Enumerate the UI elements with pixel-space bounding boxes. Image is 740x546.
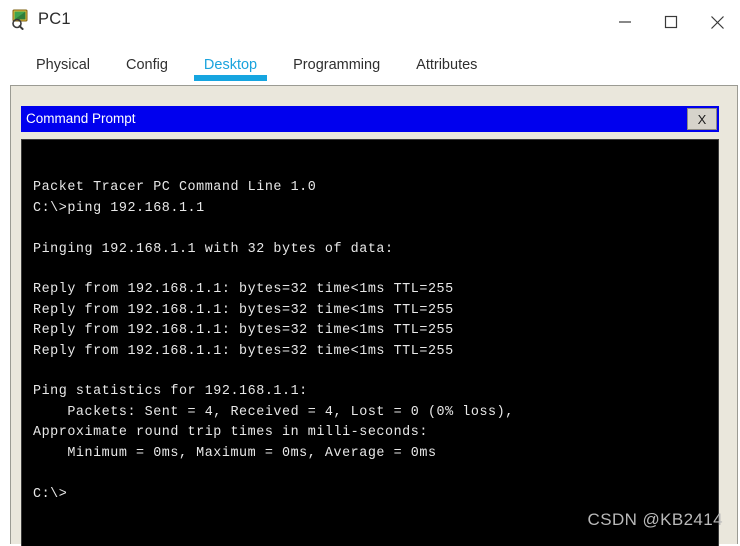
maximize-icon <box>664 15 678 29</box>
window-titlebar: PC1 <box>0 0 740 44</box>
tab-desktop[interactable]: Desktop <box>186 44 275 85</box>
tab-attributes[interactable]: Attributes <box>398 44 495 85</box>
window-title-group: PC1 <box>9 4 71 34</box>
tab-config[interactable]: Config <box>108 44 186 85</box>
tab-attributes-label: Attributes <box>416 57 478 73</box>
tab-config-label: Config <box>126 57 168 73</box>
command-prompt-close-button[interactable]: X <box>687 108 717 130</box>
tab-bar: Physical Config Desktop Programming Attr… <box>0 44 740 85</box>
tab-physical-label: Physical <box>36 57 90 73</box>
tab-programming[interactable]: Programming <box>275 44 398 85</box>
close-button[interactable] <box>694 0 740 44</box>
tab-desktop-label: Desktop <box>203 57 258 73</box>
maximize-button[interactable] <box>648 0 694 44</box>
window-controls <box>602 0 740 44</box>
minimize-icon <box>618 15 632 29</box>
command-prompt-window: Command Prompt X Packet Tracer PC Comman… <box>21 106 719 546</box>
window-title: PC1 <box>38 10 71 28</box>
tab-programming-label: Programming <box>293 57 381 73</box>
command-prompt-title: Command Prompt <box>26 111 136 126</box>
terminal-text: Packet Tracer PC Command Line 1.0 C:\>pi… <box>33 180 514 502</box>
desktop-panel: Command Prompt X Packet Tracer PC Comman… <box>10 85 738 546</box>
terminal-output-area[interactable]: Packet Tracer PC Command Line 1.0 C:\>pi… <box>21 139 719 546</box>
command-prompt-titlebar: Command Prompt X <box>21 106 719 132</box>
minimize-button[interactable] <box>602 0 648 44</box>
pc-device-icon <box>9 8 31 30</box>
close-icon <box>710 15 725 30</box>
tab-physical[interactable]: Physical <box>18 44 108 85</box>
tab-list: Physical Config Desktop Programming Attr… <box>18 44 495 85</box>
